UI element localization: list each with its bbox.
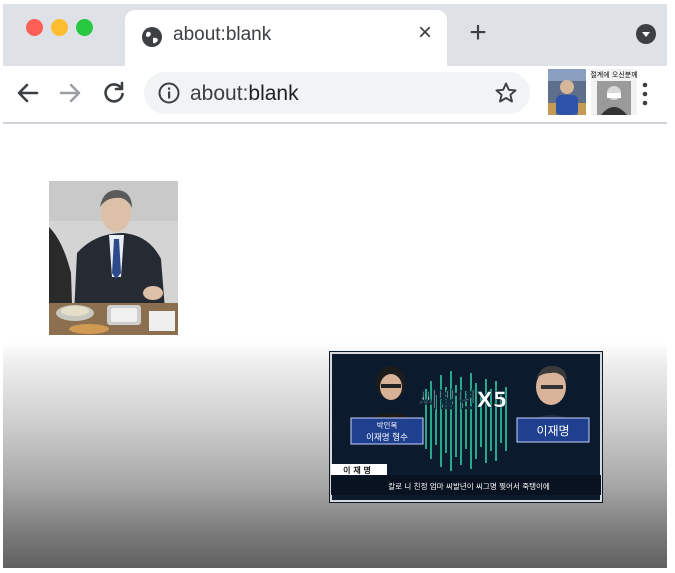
address-bar[interactable]: about:blank bbox=[144, 72, 530, 114]
tab-title: about:blank bbox=[173, 24, 272, 45]
right-person-name: 이재명 bbox=[536, 424, 569, 438]
back-arrow-icon[interactable] bbox=[15, 80, 41, 106]
subtitle-text: 칼로 니 친정 엄마 씨발년이 씨그명 찢어서 죽탱이에 bbox=[388, 481, 550, 491]
info-icon[interactable] bbox=[158, 82, 180, 104]
extension-2-caption: 절계에 오신분께 bbox=[591, 70, 637, 79]
thumbnail-headline: 씨발년X5 bbox=[419, 388, 508, 412]
page-content: 씨발년X5 박인복 이재명 형수 이재명 이 재 명 칼로 니 친정 엄마 씨발… bbox=[3, 124, 667, 568]
speaker-tag: 이 재 명 bbox=[343, 465, 371, 475]
browser-window: about:blank × + about:blank 절계에 오신분께 씨발년… bbox=[3, 4, 667, 568]
url-text[interactable]: about:blank bbox=[190, 82, 299, 106]
window-maximize-button[interactable] bbox=[76, 19, 93, 36]
url-prefix: about: bbox=[190, 82, 249, 105]
profile-icon[interactable] bbox=[636, 24, 656, 44]
window-close-button[interactable] bbox=[26, 19, 43, 36]
more-vertical-icon[interactable] bbox=[641, 80, 649, 108]
window-minimize-button[interactable] bbox=[51, 19, 68, 36]
reload-icon[interactable] bbox=[101, 80, 127, 106]
forward-arrow-icon[interactable] bbox=[57, 80, 83, 106]
tab-close-icon[interactable]: × bbox=[413, 21, 437, 45]
url-host: blank bbox=[248, 82, 299, 105]
left-person-name: 박인복 bbox=[377, 420, 398, 430]
toolbar: about:blank 절계에 오신분께 bbox=[3, 66, 667, 124]
globe-icon bbox=[142, 27, 162, 47]
tab-strip: about:blank × + bbox=[3, 4, 667, 66]
bookmark-star-icon[interactable] bbox=[494, 81, 518, 105]
extension-avatar-1[interactable] bbox=[548, 69, 586, 115]
left-person-role: 이재명 형수 bbox=[366, 432, 408, 443]
man-eating-photo bbox=[49, 181, 178, 335]
new-tab-icon[interactable]: + bbox=[465, 18, 491, 48]
extension-avatar-2[interactable]: 절계에 오신분께 bbox=[591, 69, 637, 115]
tab-about-blank[interactable]: about:blank × bbox=[125, 10, 447, 66]
news-video-thumbnail[interactable]: 씨발년X5 박인복 이재명 형수 이재명 이 재 명 칼로 니 친정 엄마 씨발… bbox=[329, 351, 603, 503]
